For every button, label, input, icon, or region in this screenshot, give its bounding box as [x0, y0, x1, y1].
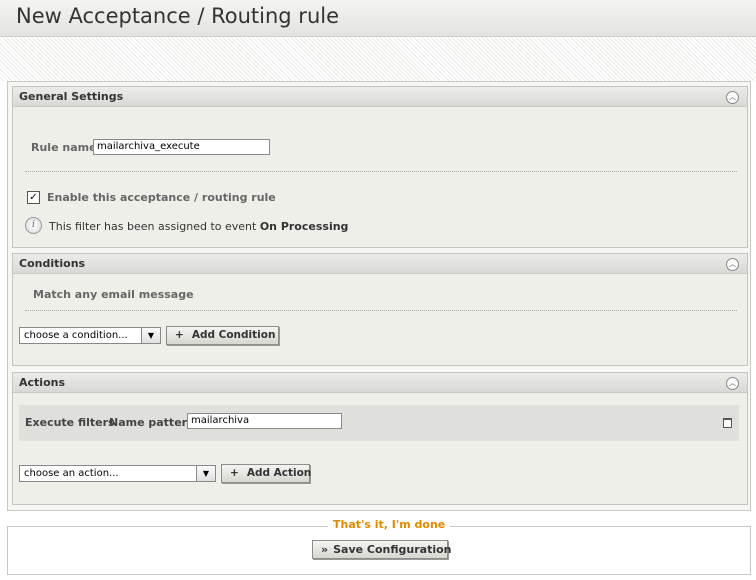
general-settings-section: General Settings ︿ Rule name ✓ Enable th… — [12, 86, 748, 248]
enable-rule-label: Enable this acceptance / routing rule — [47, 191, 276, 204]
action-row: Execute filters Name pattern — [19, 405, 739, 441]
action-select-value: choose an action... — [24, 468, 119, 479]
section-title: General Settings — [19, 90, 124, 103]
section-title: Conditions — [19, 257, 86, 270]
collapse-icon[interactable]: ︿ — [726, 258, 739, 271]
done-legend: That's it, I'm done — [328, 518, 451, 531]
finish-panel: That's it, I'm done » Save Configuration — [7, 518, 751, 575]
info-text: This filter has been assigned to event O… — [49, 220, 348, 233]
condition-select[interactable]: choose a condition... ▼ — [19, 327, 161, 344]
rule-name-input[interactable] — [93, 139, 270, 155]
enable-rule-checkbox[interactable]: ✓ — [27, 191, 40, 204]
save-configuration-label: Save Configuration — [333, 543, 452, 556]
divider — [25, 171, 737, 172]
plus-icon: + — [230, 467, 239, 479]
conditions-header[interactable]: Conditions ︿ — [13, 254, 747, 274]
decorative-stripes — [0, 37, 756, 81]
collapse-icon[interactable]: ︿ — [726, 377, 739, 390]
info-icon: i — [25, 217, 42, 234]
condition-select-value: choose a condition... — [24, 330, 128, 341]
add-condition-label: Add Condition — [191, 329, 276, 341]
name-pattern-input[interactable] — [187, 413, 342, 429]
rule-name-label: Rule name — [31, 141, 97, 154]
match-any-label: Match any email message — [33, 288, 194, 301]
action-select[interactable]: choose an action... ▼ — [19, 465, 216, 482]
name-pattern-label: Name pattern — [109, 416, 195, 429]
add-action-label: Add Action — [246, 467, 312, 479]
save-configuration-button[interactable]: » Save Configuration — [312, 540, 452, 559]
rule-form: General Settings ︿ Rule name ✓ Enable th… — [7, 81, 751, 511]
divider — [25, 310, 737, 311]
page-header: New Acceptance / Routing rule — [0, 0, 756, 37]
collapse-icon[interactable]: ︿ — [726, 91, 739, 104]
add-action-button[interactable]: + Add Action — [221, 464, 312, 483]
trash-icon[interactable] — [723, 418, 732, 428]
event-name: On Processing — [259, 220, 349, 233]
add-condition-button[interactable]: + Add Condition — [166, 326, 279, 345]
section-title: Actions — [19, 376, 65, 389]
double-chevron-icon: » — [321, 543, 329, 556]
general-settings-header[interactable]: General Settings ︿ — [13, 87, 747, 107]
chevron-down-icon[interactable]: ▼ — [196, 466, 215, 481]
chevron-down-icon[interactable]: ▼ — [141, 328, 160, 343]
execute-filters-label: Execute filters — [25, 416, 115, 429]
actions-section: Actions ︿ Execute filters Name pattern c… — [12, 372, 748, 505]
info-message: This filter has been assigned to event — [49, 220, 260, 233]
actions-header[interactable]: Actions ︿ — [13, 373, 747, 393]
page-title: New Acceptance / Routing rule — [16, 4, 340, 28]
plus-icon: + — [175, 329, 184, 341]
conditions-section: Conditions ︿ Match any email message cho… — [12, 253, 748, 366]
